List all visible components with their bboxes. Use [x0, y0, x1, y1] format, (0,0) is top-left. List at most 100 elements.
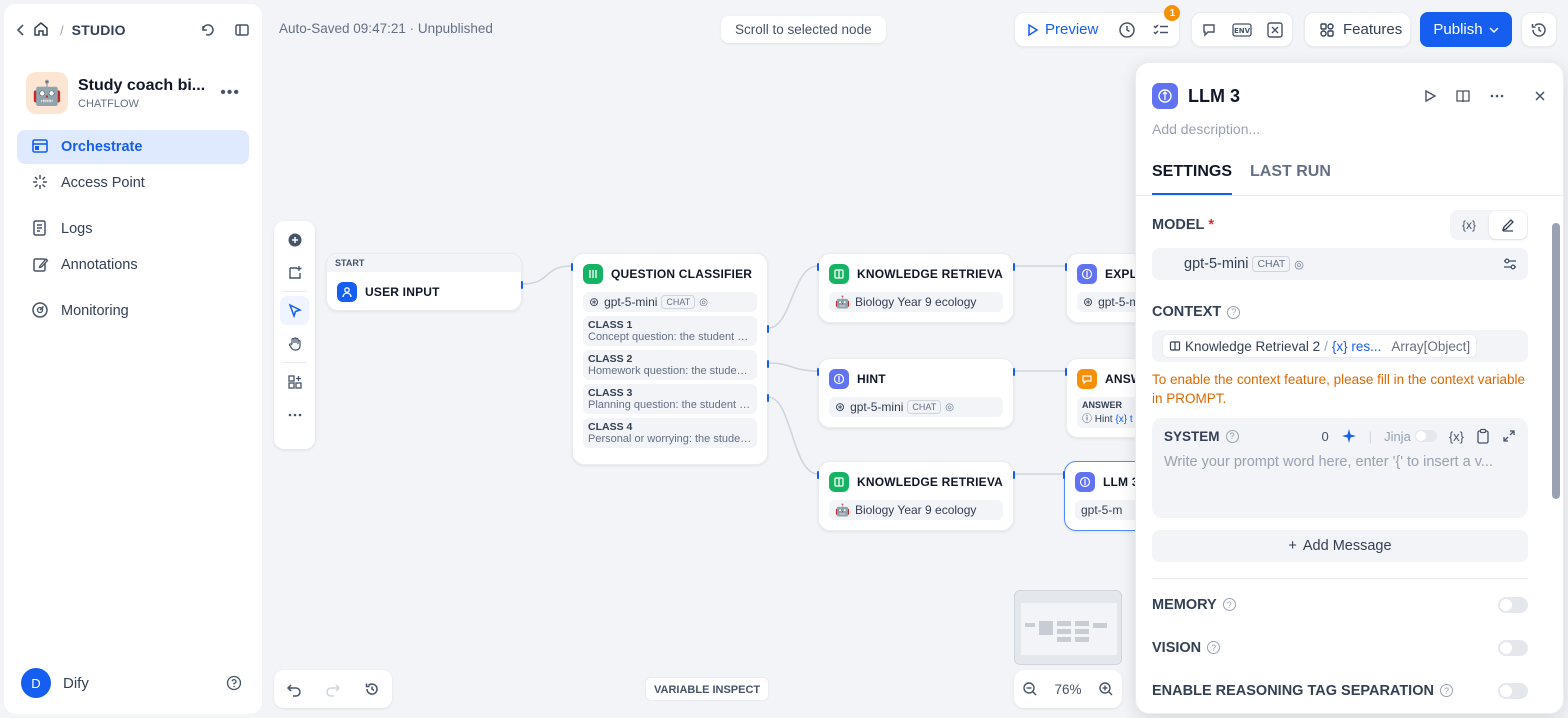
- context-selector[interactable]: Knowledge Retrieval 2 / {x} res... Array…: [1152, 330, 1528, 362]
- panel-scrollbar[interactable]: [1550, 211, 1560, 711]
- help-icon[interactable]: ?: [1439, 684, 1453, 697]
- description-input[interactable]: Add description...: [1136, 109, 1563, 137]
- undo-icon[interactable]: [286, 681, 302, 697]
- scroll-to-selected-button[interactable]: Scroll to selected node: [721, 16, 886, 43]
- node-hint[interactable]: HINT ⊛ gpt-5-mini CHAT ◎: [817, 358, 1015, 428]
- help-icon[interactable]: [226, 675, 242, 691]
- insert-variable-icon[interactable]: {x}: [1449, 429, 1464, 444]
- help-icon[interactable]: ?: [1222, 598, 1236, 611]
- tab-settings[interactable]: SETTINGS: [1152, 163, 1233, 195]
- clipboard-icon[interactable]: [1476, 428, 1490, 444]
- node-title: KNOWLEDGE RETRIEVAL: [857, 267, 1003, 281]
- model-name: gpt-5-mini: [850, 400, 904, 414]
- model-pill: ⊛ gpt-5-mini CHAT ◎: [583, 292, 757, 312]
- user-area: D Dify: [21, 668, 242, 698]
- breadcrumb-studio[interactable]: STUDIO: [72, 22, 126, 38]
- system-prompt-input[interactable]: Write your prompt word here, enter '{' t…: [1164, 454, 1516, 470]
- add-note-icon[interactable]: [280, 258, 309, 287]
- organize-icon[interactable]: [280, 367, 309, 396]
- redo-icon[interactable]: [325, 681, 341, 697]
- nav-item-access-point[interactable]: Access Point: [17, 166, 249, 200]
- hand-icon[interactable]: [280, 329, 309, 358]
- refresh-icon[interactable]: [200, 22, 216, 38]
- undo-redo-bar: [274, 670, 392, 708]
- model-name: gpt-5-m: [1081, 503, 1123, 517]
- help-icon[interactable]: ?: [1225, 429, 1239, 443]
- panel-title[interactable]: LLM 3: [1188, 86, 1240, 107]
- context-variable-chip[interactable]: Knowledge Retrieval 2 / {x} res... Array…: [1162, 334, 1478, 358]
- home-icon[interactable]: [32, 20, 52, 40]
- tab-last-run[interactable]: LAST RUN: [1250, 163, 1331, 195]
- sidebar-collapse-icon[interactable]: [234, 22, 250, 38]
- sparkle-icon[interactable]: [1341, 428, 1357, 444]
- node-question-classifier[interactable]: QUESTION CLASSIFIER ⊛ gpt-5-mini CHAT ◎ …: [571, 253, 769, 465]
- variable-icon[interactable]: [1259, 13, 1292, 46]
- reasoning-toggle[interactable]: [1498, 682, 1528, 699]
- help-icon[interactable]: ?: [1227, 305, 1241, 319]
- node-start[interactable]: START USER INPUT: [326, 253, 523, 311]
- model-selector[interactable]: gpt-5-mini CHAT ◎: [1152, 248, 1528, 280]
- history-icon: [1531, 22, 1546, 37]
- panel-body: MODEL * {x} gpt-5-mini CHAT ◎ CONTEXT? Kn…: [1136, 210, 1563, 712]
- scrollbar-thumb[interactable]: [1552, 223, 1560, 499]
- nav-item-annotations[interactable]: Annotations: [17, 248, 249, 282]
- dataset-name: Biology Year 9 ecology: [854, 295, 977, 309]
- node-knowledge-retrieval[interactable]: KNOWLEDGE RETRIEVAL 🤖 Biology Year 9 eco…: [817, 253, 1015, 323]
- dataset-icon: 🤖: [835, 295, 850, 309]
- access-point-icon: [31, 173, 51, 193]
- nav-item-monitoring[interactable]: Monitoring: [17, 294, 249, 328]
- checklist-badge: 1: [1164, 5, 1181, 21]
- vision-toggle[interactable]: [1498, 639, 1528, 656]
- system-prompt-editor[interactable]: SYSTEM ? 0 | Jinja {x} Write your prompt…: [1152, 418, 1528, 518]
- history-check-icon[interactable]: [1110, 13, 1144, 46]
- model-settings-icon[interactable]: [1502, 256, 1518, 272]
- model-mode-toggle: {x}: [1450, 210, 1528, 240]
- conversation-var-icon[interactable]: [1192, 13, 1225, 46]
- node-knowledge-retrieval-2[interactable]: KNOWLEDGE RETRIEVAL 2 🤖 Biology Year 9 e…: [817, 461, 1015, 531]
- classifier-icon: [583, 264, 603, 284]
- features-label: Features: [1343, 21, 1403, 38]
- publish-label: Publish: [1433, 21, 1483, 38]
- nav-item-logs[interactable]: Logs: [17, 212, 249, 246]
- model-label: MODEL *: [1152, 217, 1215, 233]
- help-icon[interactable]: ?: [1207, 641, 1221, 654]
- variable-inspect-button[interactable]: VARIABLE INSPECT: [645, 677, 770, 701]
- jinja-toggle[interactable]: Jinja: [1384, 429, 1437, 444]
- edit-icon[interactable]: [1489, 211, 1527, 239]
- variable-mode-icon[interactable]: {x}: [1450, 210, 1488, 240]
- run-node-icon[interactable]: [1423, 89, 1437, 103]
- preview-button[interactable]: Preview: [1015, 13, 1110, 46]
- more-icon[interactable]: •••: [220, 84, 240, 102]
- split-view-icon[interactable]: [1455, 88, 1471, 104]
- chevron-left-icon[interactable]: [16, 23, 32, 37]
- checklist-icon[interactable]: 1: [1144, 5, 1181, 46]
- llm-icon: [1152, 83, 1178, 109]
- minimap[interactable]: [1014, 590, 1122, 665]
- knowledge-icon: [829, 264, 849, 284]
- add-message-button[interactable]: + Add Message: [1152, 530, 1528, 562]
- expand-icon[interactable]: [1502, 429, 1516, 443]
- features-button[interactable]: Features: [1305, 13, 1416, 46]
- app-name: Study coach bi...: [78, 76, 206, 94]
- zoom-in-icon[interactable]: [1098, 681, 1114, 697]
- close-icon[interactable]: [1533, 89, 1547, 103]
- more-icon[interactable]: [1489, 88, 1505, 104]
- memory-label: MEMORY: [1152, 596, 1217, 613]
- zoom-level[interactable]: 76%: [1054, 682, 1081, 697]
- memory-toggle[interactable]: [1498, 596, 1528, 613]
- add-node-icon[interactable]: [280, 225, 309, 254]
- app-type: CHATFLOW: [78, 97, 139, 110]
- more-tools-icon[interactable]: [280, 400, 309, 429]
- history-icon[interactable]: [364, 681, 380, 697]
- dataset-name: Biology Year 9 ecology: [854, 503, 977, 517]
- canvas-tools: [274, 221, 315, 449]
- env-icon[interactable]: ENV: [1225, 13, 1258, 46]
- publish-button[interactable]: Publish: [1420, 12, 1512, 47]
- user-name[interactable]: Dify: [63, 675, 89, 692]
- nav-item-orchestrate[interactable]: Orchestrate: [17, 130, 249, 164]
- zoom-out-icon[interactable]: [1022, 681, 1038, 697]
- version-history-button[interactable]: [1521, 12, 1557, 47]
- nav-label: Access Point: [61, 175, 145, 191]
- pointer-icon[interactable]: [280, 296, 309, 325]
- avatar[interactable]: D: [21, 668, 51, 698]
